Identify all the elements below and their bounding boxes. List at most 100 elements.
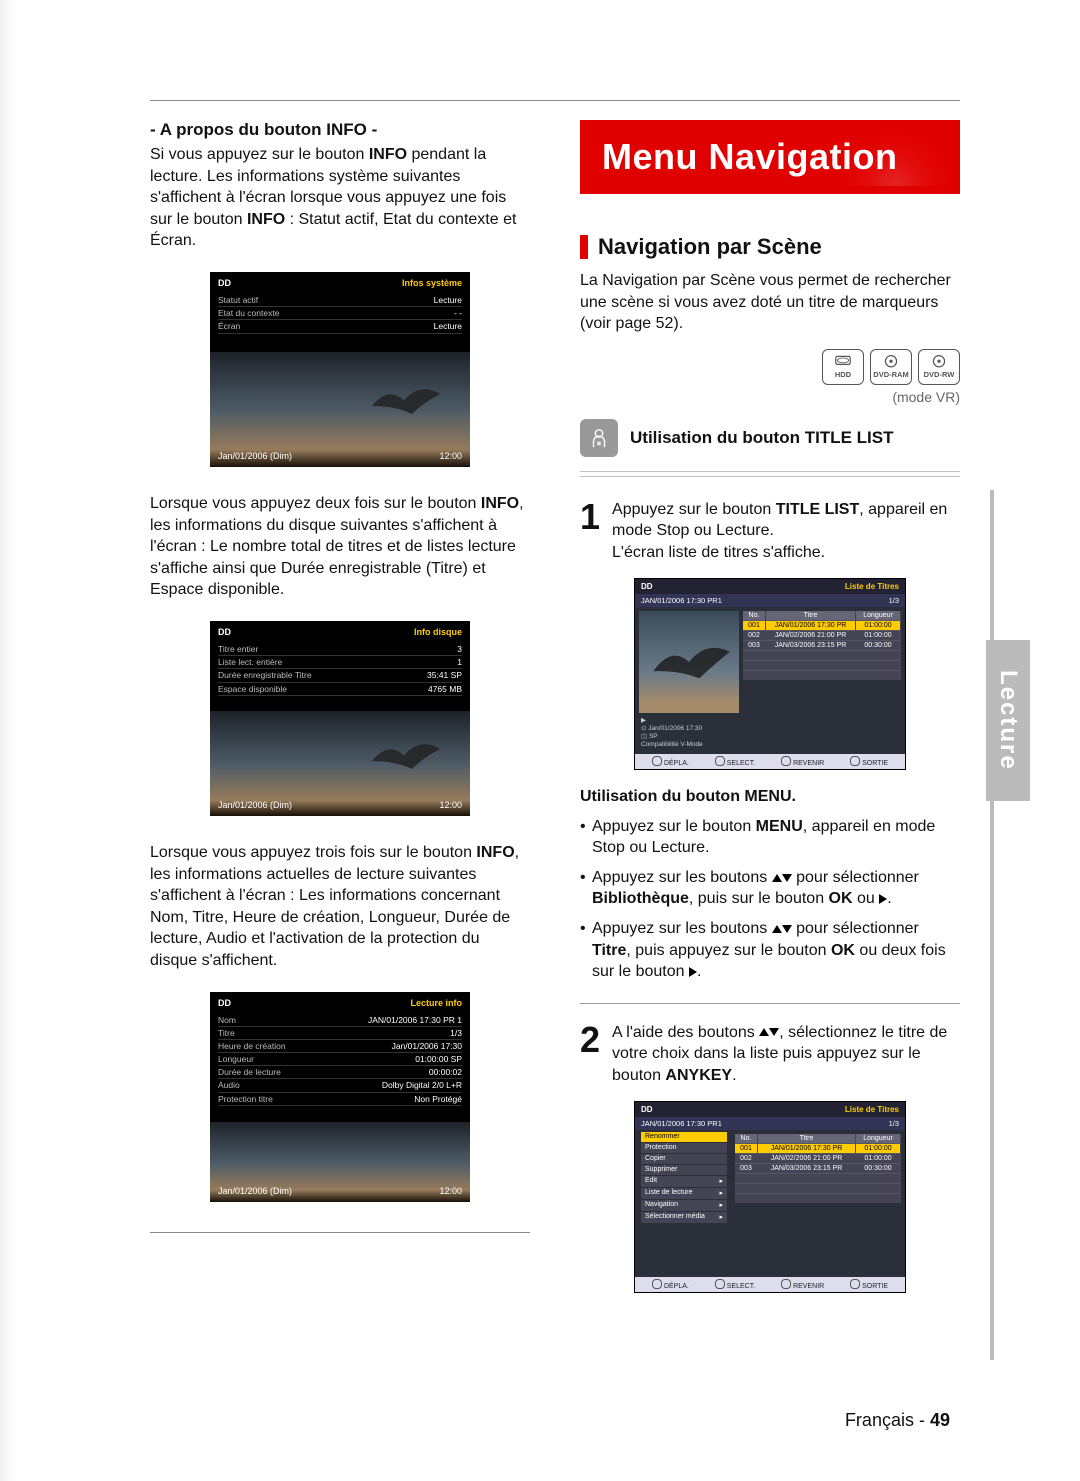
text: pour sélectionner: [792, 920, 919, 937]
section-title: Navigation par Scène: [598, 234, 822, 260]
text: , puis sur le bouton: [689, 890, 829, 907]
td: 001: [735, 1144, 758, 1153]
info-paragraph-3: Lorsque vous appuyez trois fois sur le b…: [150, 842, 530, 972]
text: Appuyez sur les boutons: [592, 869, 772, 886]
divider: [580, 471, 960, 477]
osd-bottom-right: 12:00: [439, 800, 462, 810]
info-paragraph-2: Lorsque vous appuyez deux fois sur le bo…: [150, 493, 530, 601]
td: [856, 1184, 901, 1193]
th-no: No.: [735, 1134, 758, 1143]
td: 001: [743, 621, 766, 630]
right-icon: [689, 967, 697, 977]
footer-return: REVENIR: [781, 756, 824, 767]
td: [766, 661, 856, 670]
td: JAN/01/2006 17:30 PR: [758, 1144, 856, 1153]
osd-top-right: Infos système: [402, 278, 462, 288]
info-time: Jan/01/2006 17:30: [648, 725, 702, 732]
th-len: Longueur: [856, 611, 901, 620]
osd-top-right: Info disque: [414, 627, 462, 637]
menu-steps-bullets: Appuyez sur le bouton MENU, appareil en …: [580, 816, 960, 983]
row-label: Durée de lecture: [218, 1067, 281, 1077]
td: 01:00:00: [856, 1154, 901, 1163]
row-label: Etat du contexte: [218, 308, 279, 318]
section-intro: La Navigation par Scène vous permet de r…: [580, 270, 960, 335]
up-icon: [772, 925, 782, 933]
text-bold: OK: [829, 890, 853, 907]
osd-bottom-right: 12:00: [439, 1186, 462, 1196]
row-value: 01:00:00 SP: [415, 1054, 462, 1064]
row-label: Espace disponible: [218, 684, 287, 694]
subtitle-title-list: Utilisation du bouton TITLE LIST: [630, 428, 893, 448]
hdr-right: Liste de Titres: [845, 1105, 899, 1114]
ctx-item: Liste de lecture: [645, 1189, 692, 1197]
osd-top-right: Lecture info: [410, 998, 462, 1008]
osd-rows: NomJAN/01/2006 17:30 PR 1 Titre1/3 Heure…: [218, 1014, 462, 1106]
text-bold: TITLE LIST: [776, 501, 860, 518]
remote-button-icon: [580, 419, 618, 457]
text: , les informations actuelles de lecture …: [150, 844, 519, 969]
bottom-rule-left: [150, 1232, 530, 1233]
bird-icon: [643, 615, 735, 707]
title-list-figure-1: DDListe de Titres JAN/01/2006 17:30 PR11…: [634, 578, 906, 770]
text-bold: Bibliothèque: [592, 890, 689, 907]
title-table: No.TitreLongueur 001JAN/01/2006 17:30 PR…: [735, 1134, 901, 1236]
td: [856, 1174, 901, 1183]
td: [743, 651, 766, 660]
row-label: Durée enregistrable Titre: [218, 670, 312, 680]
up-icon: [772, 874, 782, 882]
td: 002: [743, 631, 766, 640]
osd-rows: Statut actifLecture Etat du contexte- - …: [218, 294, 462, 334]
text: Appuyez sur le bouton: [592, 818, 756, 835]
preview-thumb: [639, 611, 739, 713]
row-value: 00:00:02: [429, 1067, 462, 1077]
td: [856, 661, 901, 670]
osd-bottom-left: Jan/01/2006 (Dim): [218, 1186, 292, 1196]
row-value: 1/3: [450, 1028, 462, 1038]
row-value: 35:41 SP: [427, 670, 462, 680]
text: Lorsque vous appuyez trois fois sur le b…: [150, 844, 476, 861]
page-number: 49: [930, 1410, 950, 1430]
dvd-rw-icon: DVD-RW: [918, 349, 960, 385]
row-label: Statut actif: [218, 295, 258, 305]
osd-system-info-figure: DD Infos système Statut actifLecture Eta…: [210, 272, 470, 467]
page-footer: Français - 49: [845, 1410, 950, 1431]
step-number: 1: [580, 499, 600, 564]
td: 00:30:00: [856, 641, 901, 650]
info-sp: SP: [649, 733, 658, 740]
disc-label: HDD: [835, 370, 851, 379]
td: 01:00:00: [856, 631, 901, 640]
row-value: 1: [457, 657, 462, 667]
hdr-left: DD: [641, 582, 653, 591]
side-tab-line: [990, 490, 994, 1360]
td: JAN/02/2006 21:00 PR: [766, 631, 856, 640]
text-bold: INFO: [476, 844, 514, 861]
td: 003: [743, 641, 766, 650]
text: Appuyez sur les boutons: [592, 920, 772, 937]
subtitle-row: Utilisation du bouton TITLE LIST: [580, 419, 960, 457]
td: [856, 651, 901, 660]
mode-label: (mode VR): [580, 389, 960, 405]
td: [735, 1194, 758, 1203]
text: A l'aide des boutons: [612, 1024, 759, 1041]
section-title-row: Navigation par Scène: [580, 234, 960, 260]
osd-bottom-left: Jan/01/2006 (Dim): [218, 800, 292, 810]
submenu-arrow-icon: ▸: [719, 1189, 723, 1197]
row-value: 4765 MB: [428, 684, 462, 694]
footer-move: DÉPLA.: [652, 756, 689, 767]
hdr-left: DD: [641, 1105, 653, 1114]
hdr-right: Liste de Titres: [845, 582, 899, 591]
sub-right: 1/3: [889, 1119, 899, 1128]
row-label: Protection titre: [218, 1094, 273, 1104]
submenu-arrow-icon: ▸: [719, 1201, 723, 1209]
title-table: No.TitreLongueur 001JAN/01/2006 17:30 PR…: [743, 611, 901, 713]
row-value: - -: [454, 308, 462, 318]
osd-top-left: DD: [218, 627, 231, 637]
td: 002: [735, 1154, 758, 1163]
row-label: Nom: [218, 1015, 236, 1025]
footer-exit: SORTIE: [850, 1279, 888, 1290]
th-len: Longueur: [856, 1134, 901, 1143]
ctx-item: Copier: [645, 1155, 666, 1162]
td: [856, 1194, 901, 1203]
osd-footer: DÉPLA. SELECT. REVENIR SORTIE: [635, 1277, 905, 1292]
supported-discs: HDD DVD-RAM DVD-RW: [580, 349, 960, 385]
